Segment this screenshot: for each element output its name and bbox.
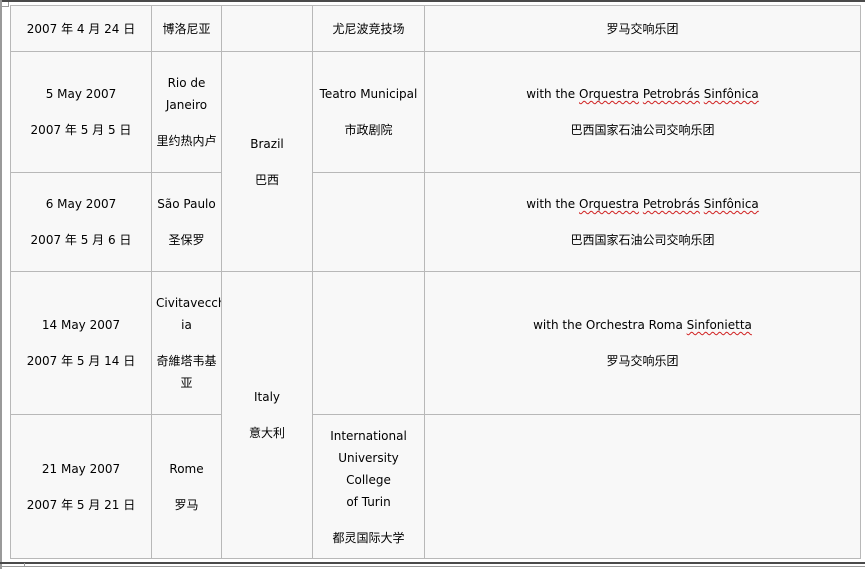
- window-left-border: [0, 0, 2, 569]
- city-en-line1: Rio de: [167, 76, 206, 90]
- city-cell: 博洛尼亚: [151, 5, 222, 52]
- venue-en-line1: International: [330, 428, 407, 443]
- venue-en: Teatro Municipal: [319, 87, 418, 101]
- country-zh: 意大利: [248, 426, 285, 440]
- date-zh: 2007 年 5 月 5 日: [30, 123, 132, 137]
- venue-en-line2: University College: [338, 450, 399, 487]
- country-cell: [221, 5, 313, 52]
- orchestra-name-word: Petrobrás: [642, 87, 700, 101]
- date-zh: 2007 年 4 月 24 日: [26, 21, 136, 36]
- date-cell: 21 May 2007 2007 年 5 月 21 日: [10, 414, 152, 559]
- orchestra-name-word: Sinfônica: [703, 87, 759, 101]
- table-row: 21 May 2007 2007 年 5 月 21 日 Rome 罗马 Inte…: [10, 414, 861, 559]
- window-bottom-edge: [0, 566, 865, 567]
- date-en: 14 May 2007: [41, 318, 121, 332]
- city-cell: Rome 罗马: [151, 414, 222, 559]
- city-en-line2: Janeiro: [165, 98, 208, 112]
- notes-prefix: with the: [526, 197, 576, 211]
- venue-zh: 市政剧院: [344, 123, 393, 137]
- notes-zh: 巴西国家石油公司交响乐团: [570, 123, 715, 137]
- notes-prefix: with the Orchestra Roma: [533, 318, 683, 332]
- table-row: 2007 年 4 月 24 日 博洛尼亚 尤尼波竞技场 罗马交响乐团: [10, 5, 861, 52]
- notes-cell: 罗马交响乐团: [424, 5, 861, 52]
- table-row: 14 May 2007 2007 年 5 月 14 日 Civitavecch …: [10, 271, 861, 559]
- notes-prefix: with the: [526, 87, 576, 101]
- city-en-line1: Civitavecch: [156, 296, 222, 310]
- window-bottom-border: [0, 562, 865, 564]
- notes-cell: with the Orquestra Petrobrás Sinfônica 巴…: [424, 172, 861, 272]
- venue-cell: 尤尼波竞技场: [312, 5, 425, 52]
- date-cell: 2007 年 4 月 24 日: [10, 5, 152, 52]
- venue-en-line3: of Turin: [346, 494, 391, 509]
- notes-cell: with the Orchestra Roma Sinfonietta 罗马交响…: [424, 271, 861, 415]
- city-zh-line1: 奇維塔韦基: [156, 354, 217, 368]
- notes-en: with the Orchestra Roma Sinfonietta: [429, 314, 856, 336]
- city-zh: 里约热内卢: [156, 134, 217, 148]
- date-zh: 2007 年 5 月 21 日: [26, 497, 136, 512]
- country-cell-italy: Italy 意大利: [221, 271, 313, 559]
- orchestra-name-word: Sinfonietta: [686, 318, 752, 332]
- orchestra-name-word: Petrobrás: [642, 197, 700, 211]
- table-corner-mark: [2, 2, 9, 7]
- notes-en: with the Orquestra Petrobrás Sinfônica: [429, 193, 856, 215]
- tour-schedule-table: 2007 年 4 月 24 日 博洛尼亚 尤尼波竞技场 罗马交响乐团 5 May…: [10, 5, 861, 559]
- table-row: 5 May 2007 2007 年 5 月 5 日 Rio de Janeiro…: [10, 51, 861, 272]
- notes-cell: [424, 414, 861, 559]
- country-en: Italy: [253, 390, 281, 404]
- notes-cell: with the Orquestra Petrobrás Sinfônica 巴…: [424, 51, 861, 173]
- date-en: 6 May 2007: [45, 197, 117, 211]
- city-zh: 博洛尼亚: [162, 21, 211, 36]
- notes-zh: 巴西国家石油公司交响乐团: [570, 233, 715, 247]
- window-top-border: [0, 0, 865, 2]
- date-zh: 2007 年 5 月 6 日: [30, 233, 132, 247]
- city-cell: Civitavecch ia 奇維塔韦基 亚: [151, 271, 222, 415]
- orchestra-name-word: Sinfônica: [703, 197, 759, 211]
- city-cell: São Paulo 圣保罗: [151, 172, 222, 272]
- orchestra-name-word: Orquestra: [579, 197, 640, 211]
- venue-zh: 都灵国际大学: [332, 530, 405, 545]
- date-zh: 2007 年 5 月 14 日: [26, 354, 136, 368]
- table-row: 6 May 2007 2007 年 5 月 6 日 São Paulo 圣保罗 …: [10, 172, 861, 272]
- date-en: 21 May 2007: [41, 461, 121, 476]
- notes-zh: 罗马交响乐团: [606, 354, 679, 368]
- notes-zh: 罗马交响乐团: [606, 21, 679, 36]
- venue-cell: Teatro Municipal 市政剧院: [312, 51, 425, 173]
- date-cell: 6 May 2007 2007 年 5 月 6 日: [10, 172, 152, 272]
- venue-cell: International University College of Turi…: [312, 414, 425, 559]
- venue-cell: [312, 172, 425, 272]
- date-en: 5 May 2007: [45, 87, 117, 101]
- city-zh-line2: 亚: [180, 376, 193, 390]
- venue-zh: 尤尼波竞技场: [332, 21, 405, 36]
- table-bottom-mark: [2, 563, 25, 567]
- orchestra-name-word: Orquestra: [579, 87, 640, 101]
- city-en-line2: ia: [181, 318, 192, 332]
- city-zh: 圣保罗: [168, 233, 205, 247]
- city-en: Rome: [169, 461, 204, 476]
- city-zh: 罗马: [174, 497, 199, 512]
- notes-en: with the Orquestra Petrobrás Sinfônica: [429, 83, 856, 105]
- date-cell: 14 May 2007 2007 年 5 月 14 日: [10, 271, 152, 415]
- city-en: São Paulo: [157, 197, 216, 211]
- country-cell-brazil: Brazil 巴西: [221, 51, 313, 272]
- date-cell: 5 May 2007 2007 年 5 月 5 日: [10, 51, 152, 173]
- city-cell: Rio de Janeiro 里约热内卢: [151, 51, 222, 173]
- venue-cell: [312, 271, 425, 415]
- country-zh: 巴西: [254, 172, 279, 187]
- country-en: Brazil: [250, 136, 284, 151]
